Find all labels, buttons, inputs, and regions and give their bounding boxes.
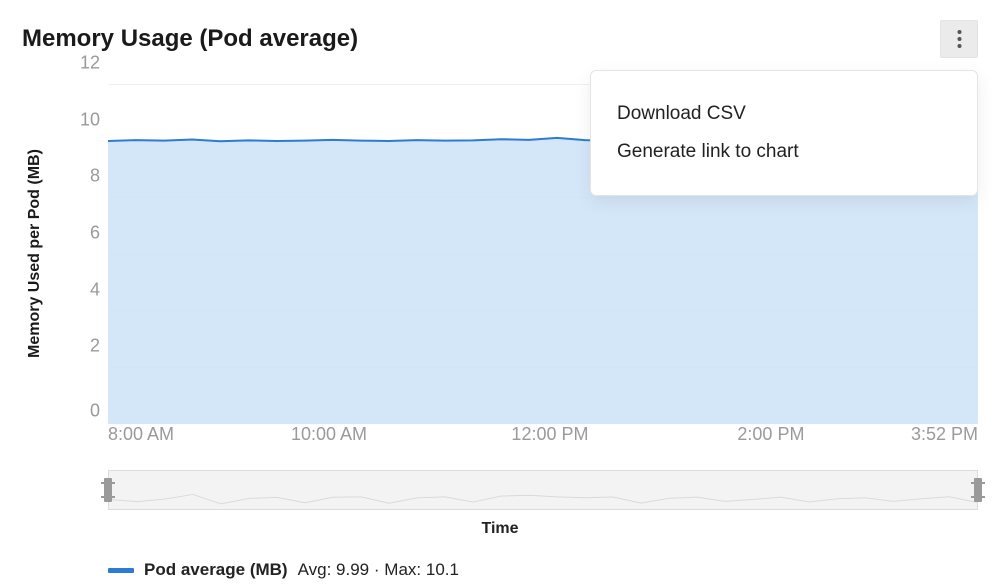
legend-series-name: Pod average (MB) [144,560,288,580]
x-axis-label: Time [22,520,978,538]
x-tick: 12:00 PM [511,424,588,445]
y-tick: 8 [90,166,100,187]
time-brush[interactable] [108,470,978,510]
time-brush-track[interactable] [108,470,978,510]
chart-menu-dropdown: Download CSV Generate link to chart [590,70,978,196]
chart-menu-button[interactable] [940,20,978,58]
brush-handle-right[interactable] [974,478,982,502]
y-tick: 4 [90,279,100,300]
x-tick: 2:00 PM [737,424,804,445]
menu-item-download-csv[interactable]: Download CSV [617,95,951,133]
x-tick: 10:00 AM [291,424,367,445]
x-tick: 3:52 PM [911,424,978,445]
chart-title: Memory Usage (Pod average) [22,25,358,53]
legend: Pod average (MB) Avg: 9.99 · Max: 10.1 [108,560,978,580]
legend-sep: · [374,560,380,579]
sparkline [109,471,977,509]
y-tick: 12 [80,53,100,74]
vertical-dots-icon [957,29,962,49]
y-tick: 6 [90,223,100,244]
legend-avg-value: 9.99 [336,560,369,579]
legend-max-value: 10.1 [426,560,459,579]
legend-swatch [108,568,134,573]
legend-max-label: Max: [384,560,421,579]
legend-avg-label: Avg: [298,560,332,579]
header-row: Memory Usage (Pod average) [22,20,978,58]
y-axis-label: Memory Used per Pod (MB) [22,84,46,424]
y-tick: 0 [90,401,100,422]
brush-handle-left[interactable] [104,478,112,502]
y-tick: 2 [90,336,100,357]
legend-stats: Avg: 9.99 · Max: 10.1 [298,560,459,580]
x-axis-ticks: 8:00 AM 10:00 AM 12:00 PM 2:00 PM 3:52 P… [108,424,978,448]
y-tick: 10 [80,109,100,130]
y-axis-ticks: 0 2 4 6 8 10 12 [46,84,108,424]
x-tick: 8:00 AM [108,424,174,445]
menu-item-generate-link[interactable]: Generate link to chart [617,133,951,171]
